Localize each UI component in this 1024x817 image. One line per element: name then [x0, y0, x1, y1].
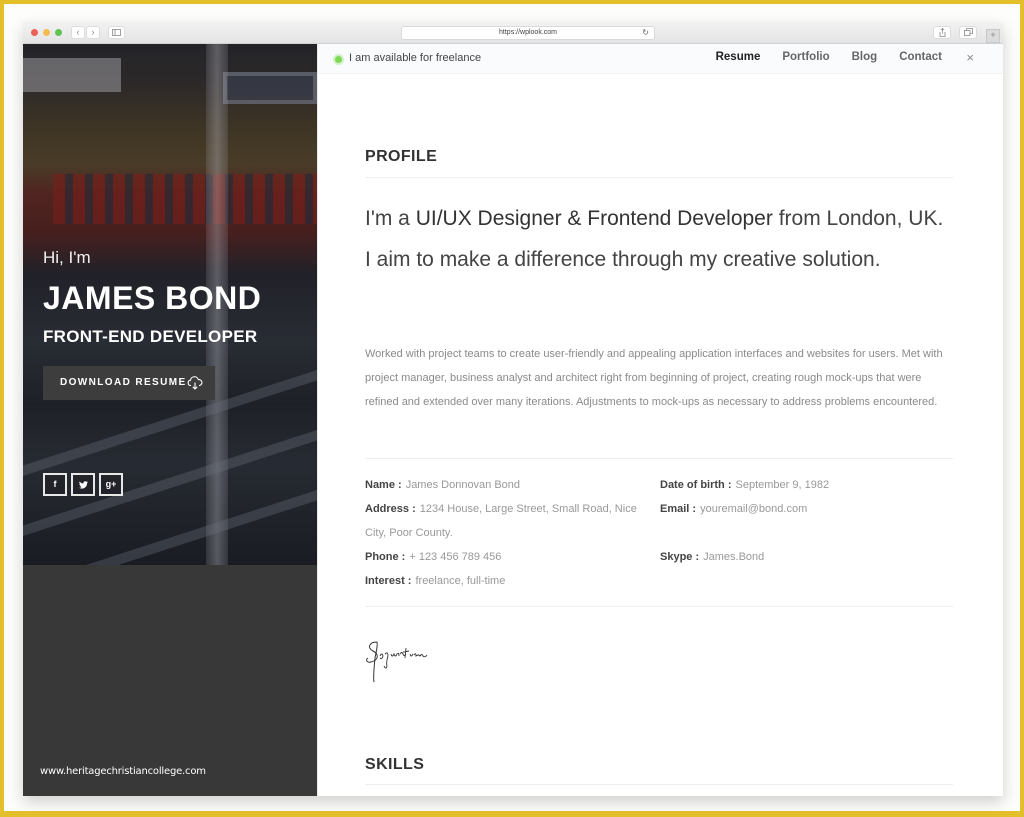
info-name: Name : James Donnovan Bond — [365, 479, 521, 491]
hero-panel: Hi, I'm JAMES BOND FRONT-END DEVELOPER D… — [23, 44, 317, 796]
twitter-icon[interactable] — [71, 473, 95, 496]
sidebar-toggle-icon[interactable] — [108, 26, 125, 39]
social-links: f g+ — [43, 473, 123, 496]
reload-icon[interactable]: ↻ — [642, 27, 649, 39]
back-icon[interactable]: ‹ — [71, 26, 85, 39]
nav-blog[interactable]: Blog — [852, 51, 878, 63]
profile-heading: PROFILE — [365, 148, 438, 165]
availability-status: I am available for freelance — [349, 52, 482, 64]
info-email: Email : youremail@bond.com — [660, 503, 808, 515]
profile-intro: I'm a UI/UX Designer & Frontend Develope… — [365, 207, 944, 271]
google-plus-icon[interactable]: g+ — [99, 473, 123, 496]
hero-greeting: Hi, I'm — [43, 248, 91, 267]
forward-icon[interactable]: › — [86, 26, 100, 39]
facebook-icon[interactable]: f — [43, 473, 67, 496]
skills-heading: SKILLS — [365, 756, 425, 773]
minimize-window-button[interactable] — [43, 29, 50, 36]
hero-role: FRONT-END DEVELOPER — [43, 327, 258, 346]
browser-toolbar: ‹ › https://wplook.com ↻ + — [23, 22, 1003, 44]
hero-name: JAMES BOND — [43, 280, 262, 316]
url-text: https://wplook.com — [499, 29, 557, 36]
cloud-download-icon — [187, 376, 203, 390]
nav-portfolio[interactable]: Portfolio — [782, 51, 829, 63]
main-panel: I am available for freelance Resume Port… — [317, 44, 1003, 796]
status-indicator-icon — [335, 56, 342, 63]
profile-intro-highlight: UI/UX Designer & Frontend Developer — [415, 207, 773, 230]
main-nav: Resume Portfolio Blog Contact — [716, 51, 942, 63]
share-icon[interactable] — [933, 26, 951, 39]
info-dob: Date of birth : September 9, 1982 — [660, 479, 830, 491]
info-skype: Skype : James.Bond — [660, 551, 765, 563]
signature-image: Signature — [366, 641, 428, 683]
divider — [365, 177, 953, 178]
nav-resume[interactable]: Resume — [716, 51, 761, 63]
maximize-window-button[interactable] — [55, 29, 62, 36]
tabs-overview-icon[interactable] — [959, 26, 977, 39]
close-icon[interactable]: × — [966, 50, 974, 65]
address-bar[interactable]: https://wplook.com ↻ — [401, 26, 655, 40]
close-window-button[interactable] — [31, 29, 38, 36]
divider — [365, 458, 953, 459]
info-phone: Phone : + 123 456 789 456 — [365, 551, 502, 563]
profile-description: Worked with project teams to create user… — [365, 348, 943, 408]
browser-window: ‹ › https://wplook.com ↻ + Hi, I'm JAMES… — [23, 22, 1003, 796]
nav-contact[interactable]: Contact — [899, 51, 942, 63]
divider — [365, 784, 953, 785]
download-resume-label: DOWNLOAD RESUME — [60, 377, 187, 388]
info-interest: Interest : freelance, full-time — [365, 575, 506, 587]
divider — [365, 606, 953, 607]
new-tab-icon[interactable]: + — [986, 29, 1000, 43]
info-address: Address :1234 House, Large Street, Small… — [365, 503, 637, 539]
top-bar: I am available for freelance Resume Port… — [318, 44, 1003, 74]
download-resume-button[interactable]: DOWNLOAD RESUME — [43, 366, 215, 400]
watermark-text: www.heritagechristiancollege.com — [40, 766, 206, 777]
